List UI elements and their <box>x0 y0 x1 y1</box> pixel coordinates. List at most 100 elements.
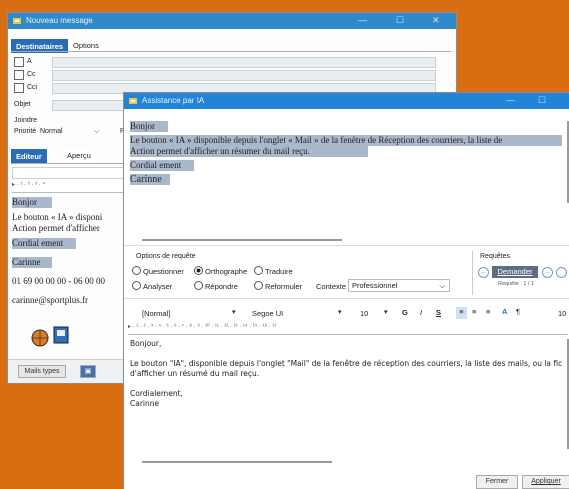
mails-types-extra-button[interactable]: ▣ <box>80 365 96 378</box>
body-email: carinne@sportplus.fr <box>12 295 89 305</box>
address-book-icon[interactable] <box>14 70 24 80</box>
body-line-2: Action permet d'afficher <box>12 223 100 233</box>
align-right-icon[interactable]: ≡ <box>486 307 490 316</box>
requetes-label: Requêtes <box>480 253 510 260</box>
align-center-icon[interactable]: ≡ <box>472 307 476 316</box>
option-label: Questionner <box>143 267 184 276</box>
next-request-icon[interactable]: → <box>542 267 553 278</box>
option-repondre[interactable]: Répondre <box>194 281 238 291</box>
requete-count: Requête : 1 / 1 <box>498 281 535 287</box>
recipient-cci-label: Cci <box>27 84 38 91</box>
option-label: Reformuler <box>265 282 303 291</box>
result-line-2: d'afficher un résumé du mail reçu. <box>130 369 260 378</box>
source-line-2: Action permet d'afficher un résumer du m… <box>130 146 368 157</box>
radio-icon <box>194 281 203 290</box>
option-label: Orthographe <box>205 267 248 276</box>
contexte-value: Professionnel <box>352 281 398 290</box>
option-traduire[interactable]: Traduire <box>254 266 293 276</box>
style-combo[interactable] <box>12 167 130 179</box>
app-icon <box>129 98 137 104</box>
fermer-label: Fermer <box>485 478 509 485</box>
body-name: Carinne <box>12 257 52 268</box>
horizontal-scrollbar[interactable] <box>142 239 342 241</box>
recipient-a-row: A <box>14 56 444 68</box>
zoom-select[interactable]: 10 <box>558 309 566 318</box>
close-button[interactable]: ✕ <box>432 15 440 26</box>
result-text[interactable]: Bonjour, Le bouton "IA", disponible depu… <box>130 339 568 451</box>
contexte-label: Contexte <box>316 282 347 291</box>
recipient-cc-field[interactable] <box>52 70 436 81</box>
bold-button[interactable]: G <box>402 308 408 317</box>
chevron-down-icon[interactable]: ▾ <box>232 308 236 316</box>
chevron-down-icon[interactable]: ⌵ <box>94 126 99 137</box>
demander-button[interactable]: Demander <box>492 266 538 278</box>
address-book-icon[interactable] <box>14 83 24 93</box>
result-greeting: Bonjour, <box>130 339 162 348</box>
text-color-icon[interactable]: A <box>502 307 507 316</box>
title-bar: Nouveau message — ☐ ✕ <box>8 13 456 29</box>
option-label: Traduire <box>265 267 293 276</box>
fermer-button[interactable]: Fermer <box>476 475 518 489</box>
option-label: Répondre <box>205 282 238 291</box>
tab-editeur-rtf[interactable]: Editeur RTF <box>11 149 47 174</box>
window-title: Nouveau message <box>26 16 93 25</box>
source-line-1: Le bouton « IA » disponible depuis l'ong… <box>130 135 562 146</box>
radio-icon <box>132 281 141 290</box>
underline-button[interactable]: S <box>436 308 441 317</box>
objet-label: Objet <box>14 101 31 108</box>
size-select[interactable]: 10 <box>360 309 368 318</box>
title-bar: Assistance par IA — ☐ <box>124 93 569 109</box>
body-phone: 01 69 00 00 00 - 06 00 00 <box>12 276 105 286</box>
pilcrow-icon[interactable]: ¶ <box>516 307 520 316</box>
radio-icon <box>132 266 141 275</box>
options-group: Options de requête Questionner Orthograp… <box>130 251 466 295</box>
option-reformuler[interactable]: Reformuler <box>254 281 302 291</box>
appliquer-label: Appliquer <box>531 478 561 485</box>
body-closing: Cordial ement <box>12 238 76 249</box>
recipient-a-field[interactable] <box>52 57 436 68</box>
group-divider <box>472 251 473 295</box>
maximize-button[interactable]: ☐ <box>538 95 546 106</box>
minimize-button[interactable]: — <box>506 95 515 105</box>
demander-label: Demander <box>497 267 533 276</box>
priorite-select[interactable]: Normal <box>40 126 63 137</box>
tab-apercu[interactable]: Aperçu <box>63 149 95 162</box>
radio-selected-icon <box>194 266 203 275</box>
italic-button[interactable]: I <box>420 308 422 317</box>
window-title: Assistance par IA <box>142 96 205 105</box>
body-greeting: Bonjor <box>12 197 52 208</box>
recipient-cc-row: Cc <box>14 69 444 81</box>
requetes-group: Requêtes ← Demander → Requête : 1 / 1 <box>474 251 569 295</box>
option-analyser[interactable]: Analyser <box>132 281 172 291</box>
address-book-icon[interactable] <box>14 57 24 67</box>
chevron-down-icon[interactable]: ▾ <box>338 308 342 316</box>
source-name: Carinne <box>130 174 170 185</box>
maximize-button[interactable]: ☐ <box>396 15 404 26</box>
previous-request-icon[interactable]: ← <box>478 267 489 278</box>
result-horizontal-scrollbar[interactable] <box>142 461 332 463</box>
minimize-button[interactable]: — <box>358 15 367 25</box>
recipient-cci-row: Cci <box>14 82 444 94</box>
refresh-icon[interactable] <box>556 267 567 278</box>
font-select[interactable]: Segoe UI <box>252 309 283 318</box>
style-select[interactable]: [Normal] <box>142 309 170 318</box>
result-closing: Cordialement, <box>130 389 183 398</box>
mails-types-button[interactable]: Mails types <box>18 365 66 378</box>
align-left-icon[interactable]: ≡ <box>456 307 467 319</box>
assistance-ia-window: Assistance par IA — ☐ Bonjor Le bouton «… <box>124 93 569 489</box>
joindre-label: Joindre <box>14 117 37 124</box>
radio-icon <box>254 281 263 290</box>
result-line-1: Le bouton "IA", disponible depuis l'ongl… <box>130 359 563 368</box>
joindre-row: Joindre <box>14 115 37 126</box>
mails-types-label: Mails types <box>24 368 60 375</box>
options-label: Options de requête <box>136 253 196 260</box>
chevron-down-icon[interactable]: ▾ <box>384 308 388 316</box>
option-questionner[interactable]: Questionner <box>132 266 184 276</box>
recipient-cc-label: Cc <box>27 71 36 78</box>
priorite-row: Priorité Normal ⌵ P <box>14 126 134 137</box>
contexte-select[interactable]: Professionnel ⌵ <box>348 279 450 292</box>
option-orthographe[interactable]: Orthographe <box>194 266 247 276</box>
appliquer-button[interactable]: Appliquer <box>522 475 569 489</box>
body-line-1: Le bouton « IA » disponi <box>12 212 103 222</box>
source-text[interactable]: Bonjor Le bouton « IA » disponible depui… <box>130 121 562 231</box>
